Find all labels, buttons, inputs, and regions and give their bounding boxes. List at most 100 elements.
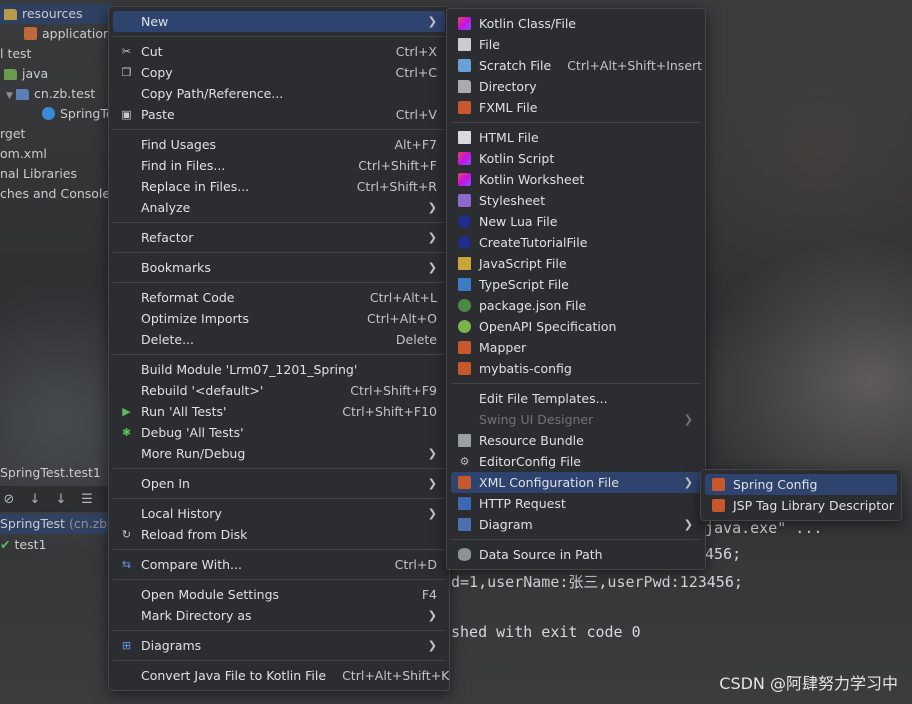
tree-item-scratches[interactable]: ches and Consoles [0, 184, 117, 204]
folder-icon [458, 80, 471, 93]
lua-icon [458, 236, 471, 249]
new-diagram[interactable]: Diagram ❯ [447, 514, 705, 535]
menu-optimize-imports[interactable]: Optimize Imports Ctrl+Alt+O [109, 308, 449, 329]
nodejs-icon [458, 299, 471, 312]
new-typescript-file[interactable]: TypeScript File [447, 274, 705, 295]
menu-mark-directory-as[interactable]: Mark Directory as ❯ [109, 605, 449, 626]
console-line: java.exe" ... [705, 519, 823, 537]
tree-item-springtest[interactable]: SpringTe [0, 104, 114, 124]
separator [113, 630, 445, 631]
cut-icon: ✂ [121, 45, 132, 58]
new-editorconfig-file[interactable]: ⚙ EditorConfig File [447, 451, 705, 472]
new-lua-file[interactable]: New Lua File [447, 211, 705, 232]
xml-file-icon [458, 341, 471, 354]
new-stylesheet[interactable]: Stylesheet [447, 190, 705, 211]
chevron-right-icon: ❯ [683, 476, 693, 489]
menu-convert-to-kotlin[interactable]: Convert Java File to Kotlin File Ctrl+Alt… [109, 665, 449, 686]
menu-local-history[interactable]: Local History ❯ [109, 503, 449, 524]
tree-item-pom[interactable]: om.xml [0, 144, 47, 164]
new-openapi-spec[interactable]: OpenAPI Specification [447, 316, 705, 337]
new-package-json[interactable]: package.json File [447, 295, 705, 316]
menu-rebuild[interactable]: Rebuild '<default>' Ctrl+Shift+F9 [109, 380, 449, 401]
new-mybatis-config[interactable]: mybatis-config [447, 358, 705, 379]
sort-alpha-icon[interactable]: ↓ [26, 492, 44, 507]
new-scratch-file[interactable]: Scratch File Ctrl+Alt+Shift+Insert [447, 55, 705, 76]
menu-analyze[interactable]: Analyze ❯ [109, 197, 449, 218]
menu-debug-all-tests[interactable]: ✱ Debug 'All Tests' [109, 422, 449, 443]
sort-duration-icon[interactable]: ↓ [52, 492, 70, 507]
check-icon: ✔ [0, 537, 11, 552]
new-xml-configuration-file[interactable]: XML Configuration File ❯ [451, 472, 701, 493]
chevron-right-icon: ❯ [427, 639, 437, 652]
debug-icon: ✱ [121, 426, 132, 439]
menu-reformat[interactable]: Reformat Code Ctrl+Alt+L [109, 287, 449, 308]
chevron-right-icon: ❯ [427, 609, 437, 622]
menu-bookmarks[interactable]: Bookmarks ❯ [109, 257, 449, 278]
menu-delete[interactable]: Delete... Delete [109, 329, 449, 350]
project-tree: resources application. l test java ▼ cn.z… [0, 0, 124, 704]
collapse-icon[interactable]: ☰ [78, 492, 96, 507]
separator [451, 122, 701, 123]
new-submenu: Kotlin Class/File File Scratch File Ctrl+… [446, 8, 706, 570]
menu-copy-path[interactable]: Copy Path/Reference... [109, 83, 449, 104]
tree-item-target[interactable]: rget [0, 124, 25, 144]
gear-icon: ⚙ [459, 455, 470, 468]
menu-cut[interactable]: ✂ Cut Ctrl+X [109, 41, 449, 62]
resource-bundle-icon [458, 434, 471, 447]
new-data-source-in-path[interactable]: Data Source in Path [447, 544, 705, 565]
stop-icon[interactable]: ⊘ [0, 492, 18, 507]
new-html-file[interactable]: HTML File [447, 127, 705, 148]
tree-item-java[interactable]: java [0, 64, 48, 84]
menu-compare-with[interactable]: ⇆ Compare With... Ctrl+D [109, 554, 449, 575]
new-fxml-file[interactable]: FXML File [447, 97, 705, 118]
menu-run-all-tests[interactable]: ▶ Run 'All Tests' Ctrl+Shift+F10 [109, 401, 449, 422]
folder-icon [4, 9, 17, 20]
diagram-icon [458, 518, 471, 531]
new-http-request[interactable]: HTTP Request [447, 493, 705, 514]
new-create-tutorial-file[interactable]: CreateTutorialFile [447, 232, 705, 253]
folder-icon [4, 69, 17, 80]
compare-icon: ⇆ [121, 558, 132, 571]
new-kotlin-worksheet[interactable]: Kotlin Worksheet [447, 169, 705, 190]
menu-reload-from-disk[interactable]: ↻ Reload from Disk [109, 524, 449, 545]
menu-refactor[interactable]: Refactor ❯ [109, 227, 449, 248]
run-tab[interactable]: SpringTest.test1 [0, 463, 101, 483]
separator [113, 549, 445, 550]
menu-find-usages[interactable]: Find Usages Alt+F7 [109, 134, 449, 155]
new-mapper[interactable]: Mapper [447, 337, 705, 358]
new-file[interactable]: File [447, 34, 705, 55]
separator [113, 498, 445, 499]
chevron-right-icon: ❯ [427, 201, 437, 214]
menu-find-in-files[interactable]: Find in Files... Ctrl+Shift+F [109, 155, 449, 176]
chevron-down-icon[interactable]: ▼ [6, 86, 16, 106]
new-kotlin-script[interactable]: Kotlin Script [447, 148, 705, 169]
xml-spring-config[interactable]: Spring Config [705, 474, 897, 495]
menu-diagrams[interactable]: ⊞ Diagrams ❯ [109, 635, 449, 656]
menu-build-module[interactable]: Build Module 'Lrm07_1201_Spring' [109, 359, 449, 380]
new-directory[interactable]: Directory [447, 76, 705, 97]
menu-open-module-settings[interactable]: Open Module Settings F4 [109, 584, 449, 605]
new-edit-file-templates[interactable]: Edit File Templates... [447, 388, 705, 409]
menu-open-in[interactable]: Open In ❯ [109, 473, 449, 494]
xml-jsp-tag-library[interactable]: JSP Tag Library Descriptor [701, 495, 901, 516]
file-icon [458, 38, 471, 51]
new-kotlin-class[interactable]: Kotlin Class/File [447, 13, 705, 34]
tree-item-package[interactable]: ▼ cn.zb.test [0, 84, 95, 104]
diagram-icon: ⊞ [121, 639, 132, 652]
new-resource-bundle[interactable]: Resource Bundle [447, 430, 705, 451]
menu-more-run-debug[interactable]: More Run/Debug ❯ [109, 443, 449, 464]
xml-file-icon [458, 476, 471, 489]
menu-paste[interactable]: ▣ Paste Ctrl+V [109, 104, 449, 125]
new-javascript-file[interactable]: JavaScript File [447, 253, 705, 274]
tree-item-test[interactable]: l test [0, 44, 31, 64]
kotlin-script-icon [458, 152, 471, 165]
tree-item-resources[interactable]: resources [0, 4, 112, 24]
tree-item-external-libraries[interactable]: nal Libraries [0, 164, 77, 184]
chevron-right-icon: ❯ [683, 518, 693, 531]
menu-new[interactable]: New ❯ [113, 11, 445, 32]
menu-replace-in-files[interactable]: Replace in Files... Ctrl+Shift+R [109, 176, 449, 197]
run-tree-springtest[interactable]: SpringTest (cn.zb.te [0, 514, 124, 534]
run-tree-test1[interactable]: ✔ test1 [0, 535, 46, 555]
tree-item-application[interactable]: application. [0, 24, 115, 44]
menu-copy[interactable]: ❐ Copy Ctrl+C [109, 62, 449, 83]
